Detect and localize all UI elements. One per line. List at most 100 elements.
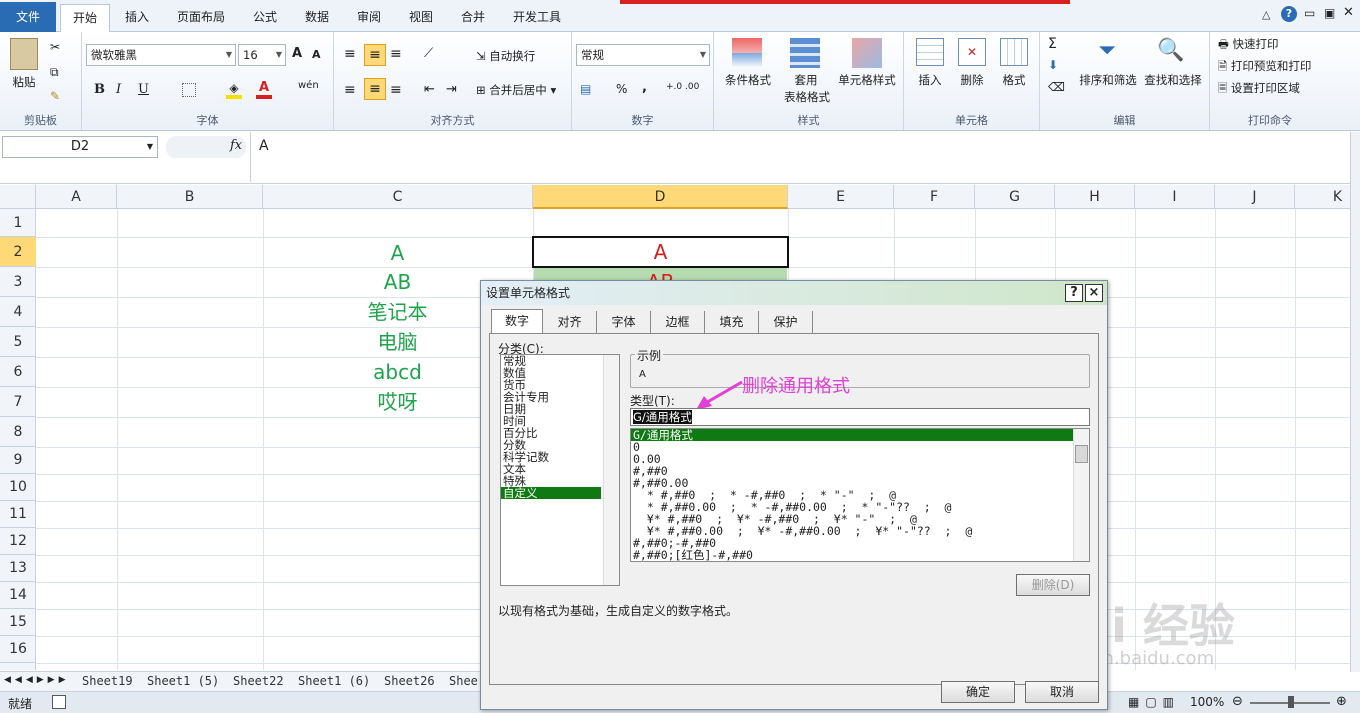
type-item[interactable]: #,##0 xyxy=(631,465,1089,477)
type-item[interactable]: _ * #,##0.00_ ;_ * -#,##0.00_ ;_ * "-"??… xyxy=(631,501,1089,513)
type-list-scrollbar[interactable] xyxy=(1073,429,1089,561)
category-item[interactable]: 常规 xyxy=(501,355,619,367)
window-restore-icon[interactable]: ▣ xyxy=(1324,6,1335,20)
comma-button[interactable]: , xyxy=(642,80,647,95)
type-input[interactable]: G/通用格式 xyxy=(630,408,1090,426)
format-cells-icon[interactable] xyxy=(1000,38,1028,66)
category-list[interactable]: 常规 数值 货币 会计专用 日期 时间 百分比 分数 科学记数 文本 特殊 自定… xyxy=(500,354,620,586)
cell-D2-selected[interactable]: A xyxy=(532,236,789,268)
tab-formulas[interactable]: 公式 xyxy=(242,4,288,32)
delete-format-button[interactable]: 删除(D) xyxy=(1016,574,1090,596)
column-header[interactable]: B xyxy=(117,185,263,209)
type-item[interactable]: 0 xyxy=(631,441,1089,453)
dialog-tab-protection[interactable]: 保护 xyxy=(759,311,813,333)
align-left-icon[interactable]: ≡ xyxy=(344,82,356,98)
minimize-ribbon-icon[interactable]: △ xyxy=(1262,8,1270,21)
align-middle-icon[interactable]: ≡ xyxy=(364,44,386,66)
sheet-tab[interactable]: Sheet26 xyxy=(384,674,435,688)
quick-print-button[interactable]: 🖶 快速打印 xyxy=(1218,36,1279,56)
type-item[interactable]: _ * #,##0_ ;_ * -#,##0_ ;_ * "-"_ ;_ @_ xyxy=(631,489,1089,501)
percent-button[interactable]: % xyxy=(616,82,627,96)
row-header[interactable]: 12 xyxy=(0,528,36,555)
phonetic-button[interactable]: wén xyxy=(298,80,319,91)
tab-home[interactable]: 开始 xyxy=(60,4,110,33)
merge-center-button[interactable]: ⊞ 合并后居中 ▾ xyxy=(476,82,556,98)
print-preview-button[interactable]: 🗎 打印预览和打印 xyxy=(1218,58,1311,78)
row-header[interactable]: 10 xyxy=(0,474,36,501)
tab-review[interactable]: 审阅 xyxy=(346,4,392,32)
tab-insert[interactable]: 插入 xyxy=(114,4,160,32)
tab-page-layout[interactable]: 页面布局 xyxy=(166,4,236,32)
macro-record-icon[interactable] xyxy=(52,695,66,709)
category-scrollbar[interactable] xyxy=(603,355,619,585)
row-header[interactable]: 5 xyxy=(0,327,36,357)
dialog-tab-border[interactable]: 边框 xyxy=(651,311,705,333)
zoom-level[interactable]: 100% xyxy=(1190,695,1224,709)
column-header[interactable]: I xyxy=(1135,185,1215,209)
zoom-slider-thumb[interactable] xyxy=(1288,696,1294,708)
type-item[interactable]: 0.00 xyxy=(631,453,1089,465)
fill-color-icon[interactable]: ◈ xyxy=(226,81,242,99)
dialog-tab-alignment[interactable]: 对齐 xyxy=(543,311,597,333)
column-header[interactable]: E xyxy=(788,185,894,209)
category-item[interactable]: 会计专用 xyxy=(501,391,619,403)
name-box[interactable]: D2 ▼ xyxy=(2,136,158,158)
insert-cells-button[interactable]: 插入 xyxy=(910,72,950,88)
column-header[interactable]: C xyxy=(263,185,533,209)
window-minimize-icon[interactable]: ▭ xyxy=(1304,6,1315,20)
view-buttons[interactable]: ▦▢▥ xyxy=(1128,695,1180,709)
insert-cells-icon[interactable] xyxy=(916,38,944,66)
row-header[interactable]: 1 xyxy=(0,209,36,237)
font-size-combo[interactable]: 16 ▼ xyxy=(238,44,286,66)
sheet-tab[interactable]: Shee xyxy=(449,674,478,688)
type-item-selected[interactable]: G/通用格式 xyxy=(631,429,1073,441)
row-header[interactable]: 7 xyxy=(0,387,36,417)
cell-styles-button[interactable]: 单元格样式 xyxy=(834,72,900,88)
zoom-in-icon[interactable]: ⊕ xyxy=(1336,694,1347,709)
sort-filter-icon[interactable]: ⏷ xyxy=(1092,38,1122,68)
window-close-icon[interactable]: ✕ xyxy=(1343,5,1354,20)
copy-icon[interactable]: ⧉ xyxy=(50,65,59,80)
tab-data[interactable]: 数据 xyxy=(294,4,340,32)
column-header[interactable]: J xyxy=(1215,185,1295,209)
column-header[interactable]: G xyxy=(975,185,1055,209)
conditional-format-icon[interactable] xyxy=(732,38,762,68)
row-header[interactable]: 16 xyxy=(0,636,36,663)
sheet-tab[interactable]: Sheet22 xyxy=(233,674,284,688)
tab-developer[interactable]: 开发工具 xyxy=(502,4,572,32)
type-item[interactable]: #,##0;-#,##0 xyxy=(631,537,1089,549)
select-all-corner[interactable] xyxy=(0,185,36,209)
column-header[interactable]: A xyxy=(36,185,117,209)
cut-icon[interactable]: ✂ xyxy=(50,40,60,54)
category-item[interactable]: 日期 xyxy=(501,403,619,415)
row-header[interactable]: 13 xyxy=(0,555,36,582)
dialog-tab-fill[interactable]: 填充 xyxy=(705,311,759,333)
align-bottom-icon[interactable]: ≡ xyxy=(390,46,402,62)
format-painter-icon[interactable]: ✎ xyxy=(50,89,60,103)
row-header[interactable]: 6 xyxy=(0,357,36,387)
row-header[interactable]: 3 xyxy=(0,267,36,297)
column-header[interactable]: H xyxy=(1055,185,1135,209)
column-header[interactable]: K xyxy=(1295,185,1350,209)
format-cells-button[interactable]: 格式 xyxy=(994,72,1034,88)
category-item[interactable]: 数值 xyxy=(501,367,619,379)
type-item[interactable]: #,##0;[红色]-#,##0 xyxy=(631,549,1089,561)
cell-styles-icon[interactable] xyxy=(852,38,882,68)
paste-icon[interactable] xyxy=(10,38,38,70)
type-item[interactable]: #,##0.00 xyxy=(631,477,1089,489)
find-select-icon[interactable]: 🔍 xyxy=(1156,38,1186,68)
tab-merge[interactable]: 合并 xyxy=(450,4,496,32)
type-item[interactable]: _ ¥* #,##0.00_ ;_ ¥* -#,##0.00_ ;_ ¥* "-… xyxy=(631,525,1089,537)
increase-decimal-button[interactable]: +.0 .00 xyxy=(666,82,699,92)
align-center-icon[interactable]: ≡ xyxy=(364,78,386,100)
align-top-icon[interactable]: ≡ xyxy=(344,46,356,62)
decrease-indent-icon[interactable]: ⇤ xyxy=(424,82,435,97)
tab-view[interactable]: 视图 xyxy=(398,4,444,32)
bold-button[interactable]: B xyxy=(94,82,105,97)
insert-function-button[interactable]: fx xyxy=(230,138,242,153)
find-select-button[interactable]: 查找和选择 xyxy=(1140,72,1206,88)
zoom-out-icon[interactable]: ⊖ xyxy=(1232,694,1243,709)
sheet-nav-arrows[interactable]: ◀◀◀▶▶▶ xyxy=(4,675,70,685)
delete-cells-icon[interactable]: ✕ xyxy=(958,38,986,66)
vertical-scrollbar[interactable] xyxy=(1350,132,1360,672)
